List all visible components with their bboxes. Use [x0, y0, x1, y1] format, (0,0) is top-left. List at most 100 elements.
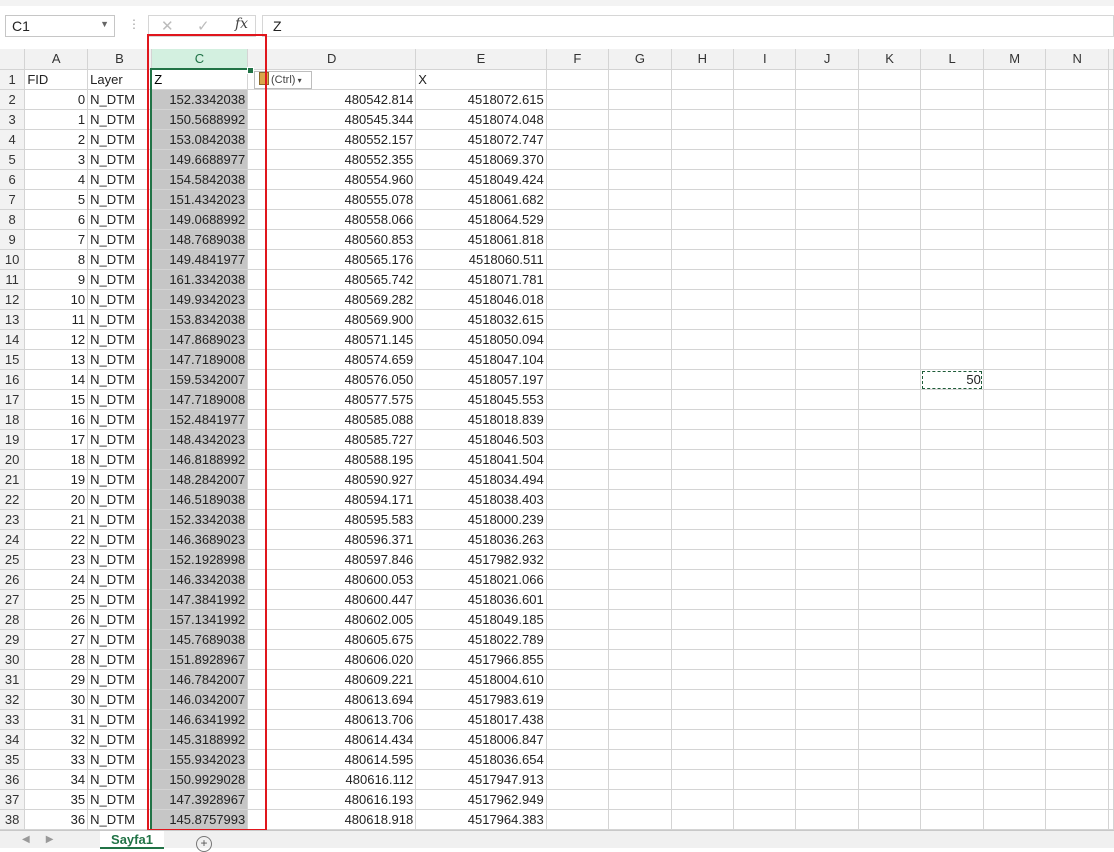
cell[interactable] [733, 389, 797, 410]
cell[interactable] [858, 789, 922, 810]
cell-z[interactable]: 148.2842007 [150, 469, 249, 490]
cell[interactable] [795, 229, 859, 250]
cell[interactable] [733, 649, 797, 670]
cell[interactable] [671, 329, 735, 350]
cell-fid[interactable]: 29 [24, 669, 89, 690]
row-header[interactable]: 17 [0, 389, 26, 410]
cell-layer[interactable]: N_DTM [87, 209, 152, 230]
cell-layer[interactable]: N_DTM [87, 449, 152, 470]
cell-z[interactable]: 149.6688977 [150, 149, 249, 170]
row-header[interactable]: 15 [0, 349, 26, 370]
cell[interactable] [1045, 409, 1109, 430]
cell-x[interactable]: 4518032.615 [415, 309, 547, 330]
cell-z[interactable]: 146.8188992 [150, 449, 249, 470]
row-header[interactable]: 11 [0, 269, 26, 290]
cell[interactable] [546, 429, 610, 450]
cell[interactable] [920, 349, 984, 370]
cell[interactable] [608, 669, 672, 690]
cell-fid[interactable]: 11 [24, 309, 89, 330]
cell[interactable] [608, 189, 672, 210]
cell[interactable] [983, 449, 1047, 470]
cell-x[interactable]: 4518050.094 [415, 329, 547, 350]
cell-layer[interactable]: N_DTM [87, 469, 152, 490]
cell[interactable] [795, 729, 859, 750]
cell[interactable] [733, 769, 797, 790]
cell[interactable] [920, 329, 984, 350]
cell[interactable] [1108, 749, 1114, 770]
cell[interactable] [795, 69, 859, 90]
cell-layer[interactable]: N_DTM [87, 309, 152, 330]
cell-x[interactable]: 4518038.403 [415, 489, 547, 510]
cell[interactable] [983, 209, 1047, 230]
column-header-m[interactable]: M [983, 49, 1047, 70]
cell[interactable] [983, 289, 1047, 310]
cell[interactable] [546, 489, 610, 510]
cell[interactable] [671, 129, 735, 150]
cell[interactable] [671, 589, 735, 610]
cell[interactable] [795, 189, 859, 210]
cell-x[interactable]: 4518045.553 [415, 389, 547, 410]
cell-layer[interactable]: N_DTM [87, 809, 152, 830]
cell[interactable] [983, 789, 1047, 810]
cell-x[interactable]: 4518000.239 [415, 509, 547, 530]
cell-z[interactable]: 150.9929028 [150, 769, 249, 790]
cell[interactable] [546, 509, 610, 530]
cell[interactable] [546, 149, 610, 170]
cell[interactable] [1108, 129, 1114, 150]
cell[interactable] [795, 629, 859, 650]
cell[interactable] [1108, 529, 1114, 550]
cell-fid[interactable]: 9 [24, 269, 89, 290]
cell-d[interactable]: 480606.020 [247, 649, 417, 670]
cell-layer[interactable]: N_DTM [87, 149, 152, 170]
cell-layer[interactable]: N_DTM [87, 329, 152, 350]
cell-d[interactable]: 480569.282 [247, 289, 417, 310]
cell-fid[interactable]: 19 [24, 469, 89, 490]
cell[interactable] [546, 289, 610, 310]
cell-d[interactable]: 480585.727 [247, 429, 417, 450]
cell[interactable] [608, 389, 672, 410]
cell[interactable] [795, 249, 859, 270]
cell[interactable] [920, 629, 984, 650]
cell-d[interactable]: 480552.157 [247, 129, 417, 150]
cell[interactable] [1108, 169, 1114, 190]
cell[interactable] [671, 669, 735, 690]
cell[interactable] [1045, 809, 1109, 830]
cell[interactable] [608, 569, 672, 590]
cell-z[interactable]: 152.3342038 [150, 509, 249, 530]
row-header[interactable]: 9 [0, 229, 26, 250]
cell[interactable] [608, 689, 672, 710]
cell-x[interactable]: 4518004.610 [415, 669, 547, 690]
cell[interactable] [983, 649, 1047, 670]
cell[interactable] [608, 709, 672, 730]
cell[interactable] [858, 469, 922, 490]
cell[interactable] [733, 529, 797, 550]
cell[interactable] [858, 689, 922, 710]
cell-d[interactable]: 480595.583 [247, 509, 417, 530]
sheet-tab[interactable]: Sayfa1 [100, 831, 164, 849]
cell-layer[interactable]: N_DTM [87, 489, 152, 510]
cell[interactable] [1045, 749, 1109, 770]
cell[interactable] [1045, 69, 1109, 90]
cell[interactable] [795, 409, 859, 430]
cell[interactable] [795, 349, 859, 370]
cell-z[interactable]: 152.4841977 [150, 409, 249, 430]
cell[interactable] [795, 289, 859, 310]
cell-x[interactable]: 4518018.839 [415, 409, 547, 430]
cell[interactable] [1045, 429, 1109, 450]
cell-x[interactable]: 4518006.847 [415, 729, 547, 750]
row-header[interactable]: 38 [0, 809, 26, 830]
cell[interactable] [983, 229, 1047, 250]
cell-z[interactable]: 147.7189008 [150, 349, 249, 370]
cell[interactable] [920, 149, 984, 170]
cell-d[interactable]: 480614.595 [247, 749, 417, 770]
cell-layer[interactable]: N_DTM [87, 729, 152, 750]
cell[interactable] [733, 409, 797, 430]
cell-fid[interactable]: 36 [24, 809, 89, 830]
cell-fid[interactable]: 17 [24, 429, 89, 450]
cell[interactable] [1045, 289, 1109, 310]
cell-x[interactable]: 4518034.494 [415, 469, 547, 490]
cell-fid[interactable]: 27 [24, 629, 89, 650]
cell-layer[interactable]: N_DTM [87, 629, 152, 650]
cell[interactable] [733, 689, 797, 710]
cell[interactable] [1108, 669, 1114, 690]
